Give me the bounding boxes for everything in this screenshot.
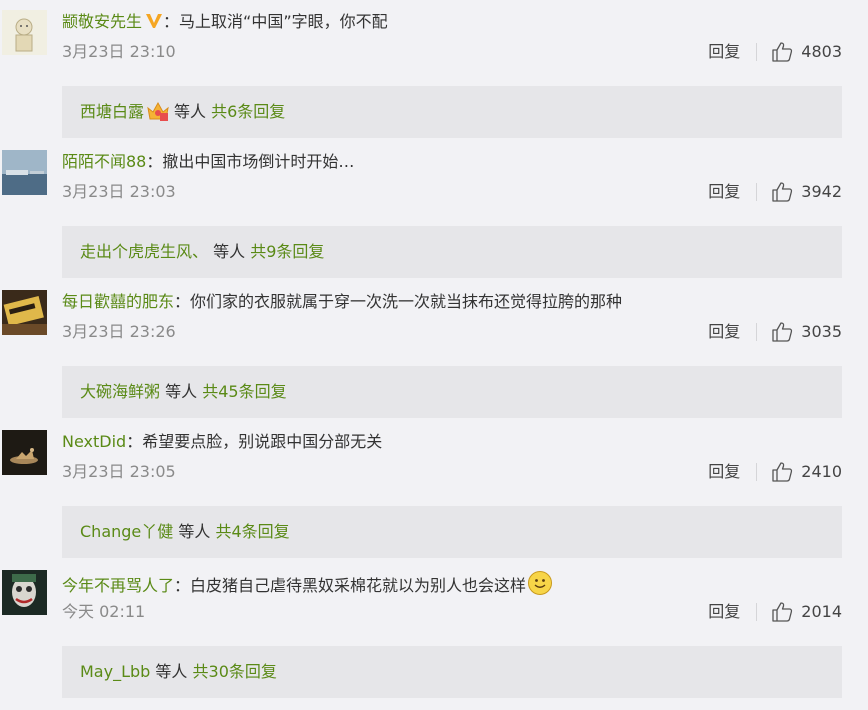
avatar[interactable]	[2, 10, 47, 55]
comment-item: 今年不再骂人了：白皮猪自己虐待黑奴采棉花就以为别人也会这样 今天 02:11 回…	[0, 570, 868, 710]
comment-item: 颛敬安先生 ：马上取消“中国”字眼，你不配 3月23日 23:10 回复 4803…	[0, 10, 868, 150]
comment-colon: ：	[174, 292, 191, 311]
comment-text: 你们家的衣服就属于穿一次洗一次就当抹布还觉得拉胯的那种	[190, 292, 623, 311]
sub-reply-deng: 等人	[178, 522, 211, 541]
smile-emoji-icon	[527, 570, 553, 603]
sub-reply-total[interactable]: 共9条回复	[250, 242, 324, 261]
sub-reply-user[interactable]: 西塘白露	[80, 102, 144, 121]
comment-actions: 回复 2410	[708, 460, 842, 484]
avatar[interactable]	[2, 430, 47, 475]
comment-username[interactable]: 每日歡囍的肥东	[62, 292, 174, 311]
comment-colon: ：	[146, 152, 163, 171]
like-count: 3942	[801, 182, 842, 201]
comment-actions: 回复 3942	[708, 180, 842, 204]
crown-badge-icon	[146, 91, 170, 143]
reply-button[interactable]: 回复	[708, 40, 740, 64]
sub-reply-total[interactable]: 共45条回复	[202, 382, 286, 401]
action-divider	[756, 463, 758, 481]
sub-reply-deng: 等人	[165, 382, 198, 401]
sub-reply-user[interactable]: 大碗海鲜粥	[80, 382, 160, 401]
thumbs-up-icon[interactable]	[771, 601, 793, 623]
action-divider	[756, 183, 758, 201]
sub-replies-box[interactable]: Change丫健 等人 共4条回复	[62, 506, 842, 558]
verified-v-icon	[145, 12, 163, 36]
like-count: 2014	[801, 602, 842, 621]
sub-reply-deng: 等人	[155, 662, 188, 681]
comment-item: 每日歡囍的肥东：你们家的衣服就属于穿一次洗一次就当抹布还觉得拉胯的那种 3月23…	[0, 290, 868, 430]
action-divider	[756, 323, 758, 341]
action-divider	[756, 603, 758, 621]
comment-text: 希望要点脸，别说跟中国分部无关	[142, 432, 383, 451]
comment-colon: ：	[163, 12, 180, 31]
sub-replies-box[interactable]: 走出个虎虎生风、 等人 共9条回复	[62, 226, 842, 278]
sub-reply-deng: 等人	[174, 102, 207, 121]
like-count: 4803	[801, 42, 842, 61]
comment-colon: ：	[174, 576, 191, 595]
comment-time: 3月23日 23:03	[62, 182, 176, 201]
thumbs-up-icon[interactable]	[771, 461, 793, 483]
comment-text: 马上取消“中国”字眼，你不配	[179, 12, 388, 31]
sub-reply-total[interactable]: 共6条回复	[211, 102, 285, 121]
sub-reply-total[interactable]: 共30条回复	[193, 662, 277, 681]
like-count: 3035	[801, 322, 842, 341]
comment-time: 3月23日 23:05	[62, 462, 176, 481]
comment-actions: 回复 4803	[708, 40, 842, 64]
like-count: 2410	[801, 462, 842, 481]
sub-reply-user[interactable]: Change丫健	[80, 522, 173, 541]
action-divider	[756, 43, 758, 61]
comment-text: 撤出中国市场倒计时开始…	[162, 152, 355, 171]
comment-time: 3月23日 23:26	[62, 322, 176, 341]
thumbs-up-icon[interactable]	[771, 321, 793, 343]
sub-replies-box[interactable]: May_Lbb 等人 共30条回复	[62, 646, 842, 698]
sub-replies-box[interactable]: 大碗海鲜粥 等人 共45条回复	[62, 366, 842, 418]
sub-reply-total[interactable]: 共4条回复	[215, 522, 289, 541]
comment-time: 3月23日 23:10	[62, 42, 176, 61]
comment-time: 今天 02:11	[62, 602, 146, 621]
comment-actions: 回复 2014	[708, 600, 842, 624]
comment-username[interactable]: 陌陌不闻88	[62, 152, 146, 171]
avatar[interactable]	[2, 570, 47, 615]
comment-item: 陌陌不闻88：撤出中国市场倒计时开始… 3月23日 23:03 回复 3942 …	[0, 150, 868, 290]
comment-colon: ：	[126, 432, 143, 451]
sub-reply-user[interactable]: May_Lbb	[80, 662, 150, 681]
avatar[interactable]	[2, 150, 47, 195]
comment-username[interactable]: 颛敬安先生	[62, 12, 142, 31]
sub-reply-deng: 等人	[213, 242, 246, 261]
comment-username[interactable]: NextDid	[62, 432, 126, 451]
avatar[interactable]	[2, 290, 47, 335]
thumbs-up-icon[interactable]	[771, 41, 793, 63]
sub-reply-user[interactable]: 走出个虎虎生风、	[80, 242, 208, 261]
comment-actions: 回复 3035	[708, 320, 842, 344]
sub-replies-box[interactable]: 西塘白露 等人 共6条回复	[62, 86, 842, 138]
comment-username[interactable]: 今年不再骂人了	[62, 576, 174, 595]
reply-button[interactable]: 回复	[708, 320, 740, 344]
comment-item: NextDid：希望要点脸，别说跟中国分部无关 3月23日 23:05 回复 2…	[0, 430, 868, 570]
reply-button[interactable]: 回复	[708, 180, 740, 204]
reply-button[interactable]: 回复	[708, 460, 740, 484]
thumbs-up-icon[interactable]	[771, 181, 793, 203]
reply-button[interactable]: 回复	[708, 600, 740, 624]
comment-text: 白皮猪自己虐待黑奴采棉花就以为别人也会这样	[190, 576, 527, 595]
